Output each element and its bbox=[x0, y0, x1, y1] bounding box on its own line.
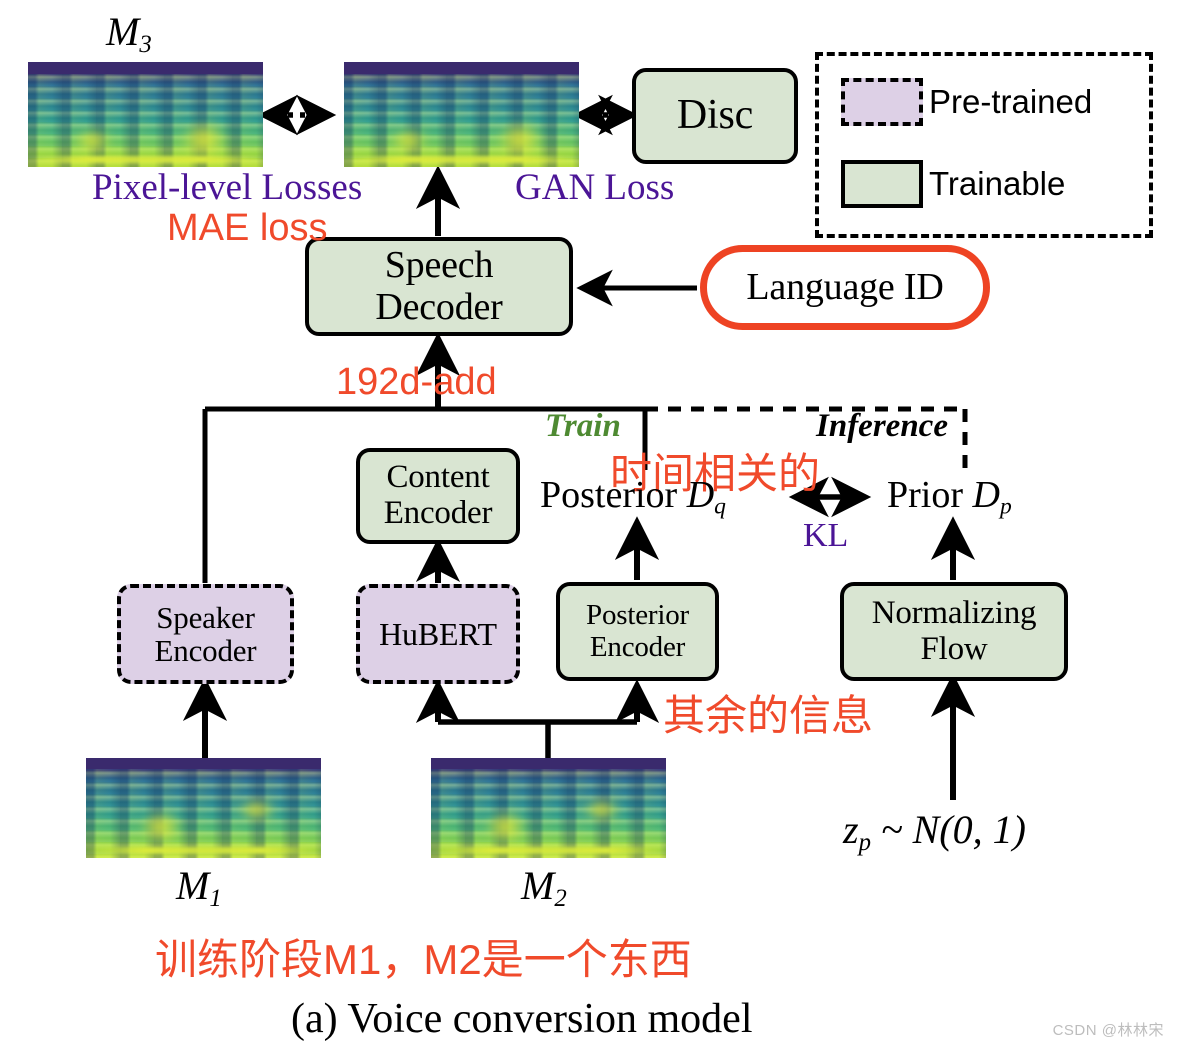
label-rest-info-cn: 其余的信息 bbox=[663, 692, 874, 739]
node-normalizing-flow-label-2: Flow bbox=[920, 630, 988, 667]
label-mae-loss: MAE loss bbox=[167, 207, 328, 249]
node-language-id[interactable]: Language ID bbox=[700, 245, 990, 330]
zp-rest: ~ N(0, 1) bbox=[870, 807, 1026, 852]
node-speech-decoder-label-2: Decoder bbox=[375, 285, 503, 328]
node-speaker-encoder-label-1: Speaker bbox=[156, 599, 255, 635]
node-language-id-label: Language ID bbox=[746, 265, 944, 308]
label-zp-distribution: zp ~ N(0, 1) bbox=[843, 806, 1026, 857]
legend-swatch-trainable bbox=[841, 160, 923, 208]
prior-subscript: p bbox=[999, 493, 1012, 520]
node-speaker-encoder-label-2: Encoder bbox=[154, 633, 257, 668]
node-hubert[interactable]: HuBERT bbox=[356, 584, 520, 684]
posterior-subscript: q bbox=[714, 493, 726, 520]
node-posterior-encoder-label-1: Posterior bbox=[586, 599, 689, 632]
spectrogram-m3-target bbox=[28, 62, 263, 167]
legend-item-pre-trained: Pre-trained bbox=[841, 78, 1092, 126]
node-normalizing-flow-label-1: Normalizing bbox=[871, 594, 1037, 631]
node-hubert-label: HuBERT bbox=[379, 615, 497, 652]
node-disc-label: Disc bbox=[676, 92, 754, 139]
legend-box: Pre-trained Trainable bbox=[815, 52, 1153, 238]
spectrogram-m3-generated bbox=[344, 62, 579, 167]
label-gan-loss: GAN Loss bbox=[515, 167, 675, 208]
label-prior-dp: Prior Dp bbox=[887, 473, 1012, 521]
legend-label-pre-trained: Pre-trained bbox=[929, 83, 1093, 120]
prior-text: Prior bbox=[887, 474, 973, 516]
label-192d-add: 192d-add bbox=[336, 361, 497, 403]
posterior-text: Posterior bbox=[540, 474, 687, 516]
node-posterior-encoder-label-2: Encoder bbox=[589, 630, 686, 663]
label-pixel-level-losses: Pixel-level Losses bbox=[92, 167, 363, 208]
node-speaker-encoder[interactable]: Speaker Encoder bbox=[117, 584, 294, 684]
voice-conversion-diagram: M3 M1 M2 Disc Speech Decoder Language ID… bbox=[0, 0, 1178, 1050]
zp-subscript: p bbox=[858, 828, 871, 856]
node-normalizing-flow[interactable]: Normalizing Flow bbox=[840, 582, 1068, 681]
node-speech-decoder-label-1: Speech bbox=[384, 244, 494, 287]
label-posterior-dq: Posterior Dq bbox=[540, 473, 726, 521]
node-posterior-encoder[interactable]: Posterior Encoder bbox=[556, 582, 719, 681]
legend-label-trainable: Trainable bbox=[929, 165, 1066, 202]
node-speech-decoder[interactable]: Speech Decoder bbox=[305, 237, 573, 336]
node-disc[interactable]: Disc bbox=[632, 68, 798, 164]
legend-item-trainable: Trainable bbox=[841, 160, 1065, 208]
figure-caption: (a) Voice conversion model bbox=[291, 996, 753, 1042]
prior-symbol: D bbox=[972, 474, 1000, 516]
spectrogram-m3-caption: M3 bbox=[106, 9, 152, 58]
spectrogram-m1 bbox=[86, 758, 321, 858]
label-training-stage-cn: 训练阶段M1，M2是一个东西 bbox=[155, 936, 692, 983]
node-content-encoder-label-2: Encoder bbox=[383, 495, 493, 531]
label-inference: Inference bbox=[816, 408, 948, 444]
label-kl: KL bbox=[803, 517, 849, 554]
watermark: CSDN @林林宋 bbox=[1052, 1022, 1164, 1039]
spectrogram-m1-caption: M1 bbox=[176, 863, 222, 912]
node-content-encoder[interactable]: Content Encoder bbox=[356, 448, 520, 544]
node-content-encoder-label-1: Content bbox=[386, 459, 490, 496]
spectrogram-m2 bbox=[431, 758, 666, 858]
posterior-symbol: D bbox=[686, 474, 715, 516]
zp-symbol: z bbox=[843, 807, 859, 852]
spectrogram-m2-caption: M2 bbox=[521, 863, 567, 912]
legend-swatch-pre-trained bbox=[841, 78, 923, 126]
